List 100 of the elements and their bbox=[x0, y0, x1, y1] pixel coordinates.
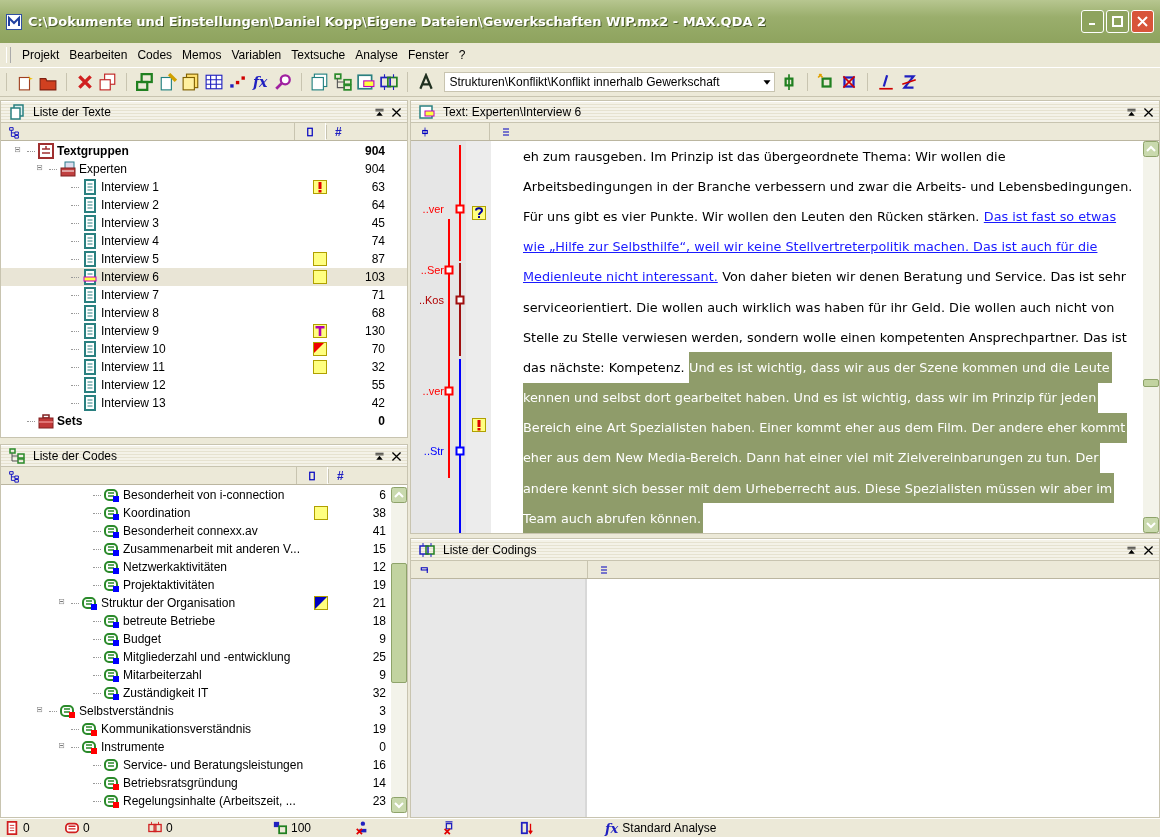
tree-row[interactable]: betreute Betriebe 18 bbox=[1, 612, 391, 630]
tree-row[interactable]: Mitarbeiterzahl 9 bbox=[1, 666, 391, 684]
column-header[interactable]: # bbox=[328, 468, 407, 483]
memo-icon[interactable] bbox=[470, 205, 487, 222]
scroll-up-button[interactable] bbox=[1143, 141, 1159, 157]
tree-row[interactable]: Interview 2 64 bbox=[1, 196, 407, 214]
tree-row[interactable]: Mitgliederzahl und -entwicklung 25 bbox=[1, 648, 391, 666]
link[interactable]: Medienleute nicht interessant. bbox=[523, 261, 718, 292]
scroll-thumb[interactable] bbox=[391, 563, 407, 683]
tree-row[interactable]: Interview 7 71 bbox=[1, 286, 407, 304]
sort-icon[interactable] bbox=[520, 821, 534, 835]
memo-column-icon[interactable] bbox=[304, 125, 316, 138]
cross-icon[interactable] bbox=[76, 73, 94, 91]
tree-icon[interactable] bbox=[334, 73, 353, 91]
tree-row[interactable]: Interview 1 63 bbox=[1, 178, 407, 196]
code-icon bbox=[104, 541, 120, 557]
table-icon[interactable] bbox=[205, 73, 223, 91]
function-button[interactable]: fx bbox=[251, 74, 270, 90]
copy-icon[interactable] bbox=[182, 73, 200, 91]
underline-icon[interactable] bbox=[877, 73, 896, 91]
tree-row[interactable]: Zuständigkeit IT 32 bbox=[1, 684, 391, 702]
tree-row[interactable]: Kommunikationsverständnis 19 bbox=[1, 720, 391, 738]
hierarchy-icon[interactable] bbox=[7, 468, 21, 483]
memo-icon[interactable] bbox=[313, 595, 329, 611]
tree-row[interactable]: Interview 13 42 bbox=[1, 394, 407, 412]
windows-icon[interactable] bbox=[99, 73, 117, 91]
tree-row[interactable]: Instrumente 0 bbox=[1, 738, 391, 756]
scroll-down-button[interactable] bbox=[1143, 517, 1159, 533]
tree-row[interactable]: Interview 4 74 bbox=[1, 232, 407, 250]
tree-row[interactable]: Experten 904 bbox=[1, 160, 407, 178]
tree-row[interactable]: Betriebsratsgründung 14 bbox=[1, 774, 391, 792]
menu-item[interactable]: Memos bbox=[177, 46, 227, 64]
tree-row[interactable]: Service- und Beratungsleistungen 16 bbox=[1, 756, 391, 774]
scrollbar[interactable] bbox=[391, 487, 407, 813]
tree-row[interactable]: Interview 6 103 bbox=[1, 268, 407, 286]
link[interactable]: Das ist fast so etwas bbox=[983, 201, 1117, 232]
tree-row[interactable]: Besonderheit von i-connection 6 bbox=[1, 486, 391, 504]
strikethrough-icon[interactable] bbox=[900, 73, 919, 91]
code-label[interactable]: ..Str bbox=[423, 442, 444, 457]
highlighted-text: Bereich eine Art Spezialisten haben. Einer kommt eher aus dem Film. Der andere eher kommt bbox=[523, 412, 1128, 443]
filter-icon[interactable] bbox=[442, 821, 456, 835]
close-icon[interactable] bbox=[1142, 543, 1155, 557]
scroll-up-button[interactable] bbox=[391, 487, 407, 503]
menu-item[interactable]: Projekt bbox=[17, 46, 65, 64]
search-icon[interactable] bbox=[274, 73, 293, 91]
document-edit-icon[interactable] bbox=[159, 73, 177, 91]
code-column-icon[interactable] bbox=[419, 125, 431, 138]
tree-row[interactable]: Selbstverständnis 3 bbox=[1, 702, 391, 720]
tree-row[interactable]: Textgruppen 904 bbox=[1, 142, 407, 160]
tree-row[interactable]: Sets 0 bbox=[1, 412, 407, 430]
paragraph-column-icon[interactable] bbox=[598, 563, 610, 576]
close-icon[interactable] bbox=[1142, 105, 1155, 119]
code-label[interactable]: ..Kos bbox=[418, 291, 444, 306]
code-dropdown[interactable]: Strukturen\Konflikt\Konflikt innerhalb Gewerkschaft bbox=[444, 72, 776, 92]
tree-row[interactable]: Netzwerkaktivitäten 12 bbox=[1, 558, 391, 576]
menu-item[interactable]: Variablen bbox=[226, 46, 287, 64]
scrollbar[interactable] bbox=[1143, 141, 1159, 533]
link[interactable]: wie „Hilfe zur Selbsthilfe“, weil wir keine Stellvertreterpolitik machen. Das ist auch für die bbox=[523, 231, 1098, 262]
tree-row[interactable]: Interview 10 70 bbox=[1, 340, 407, 358]
tree-row[interactable]: Zusammenarbeit mit anderen V... 15 bbox=[1, 540, 391, 558]
user-icon[interactable] bbox=[355, 821, 369, 835]
window-icon[interactable] bbox=[311, 73, 330, 91]
tree-row[interactable]: Budget 9 bbox=[1, 630, 391, 648]
tree-row[interactable]: Projektaktivitäten 19 bbox=[1, 576, 391, 594]
close-icon[interactable] bbox=[390, 105, 403, 119]
menu-item[interactable]: Bearbeiten bbox=[64, 46, 133, 64]
tree-row[interactable]: Interview 11 32 bbox=[1, 358, 407, 376]
menu-item[interactable]: Fenster bbox=[403, 46, 454, 64]
menu-item[interactable]: ? bbox=[453, 46, 471, 64]
codings-icon[interactable] bbox=[380, 73, 399, 91]
tree-row[interactable]: Interview 12 55 bbox=[1, 376, 407, 394]
memo-icon[interactable] bbox=[312, 323, 328, 339]
menu-item[interactable]: Analyse bbox=[350, 46, 403, 64]
paragraph-column-icon[interactable] bbox=[500, 125, 512, 138]
menu-item[interactable]: Codes bbox=[132, 46, 178, 64]
maximize-button[interactable] bbox=[1106, 10, 1129, 33]
tree-label: Interview 12 bbox=[101, 378, 166, 392]
tree-row[interactable]: Interview 3 45 bbox=[1, 214, 407, 232]
minimize-button[interactable] bbox=[1081, 10, 1104, 33]
tree-row[interactable]: Struktur der Organisation 21 bbox=[1, 594, 391, 612]
tree-row[interactable]: Besonderheit connexx.av 41 bbox=[1, 522, 391, 540]
tree-row[interactable]: Interview 5 87 bbox=[1, 250, 407, 268]
chart-icon[interactable] bbox=[228, 73, 246, 91]
tree-row[interactable]: Koordination 38 bbox=[1, 504, 391, 522]
document-icon bbox=[82, 341, 98, 357]
close-icon[interactable] bbox=[390, 449, 403, 463]
menu-item[interactable]: Textsuche bbox=[286, 46, 351, 64]
tree-row[interactable]: Regelungsinhalte (Arbeitszeit, ... 23 bbox=[1, 792, 391, 810]
close-button[interactable] bbox=[1131, 10, 1154, 33]
document-text: Von daher bieten wir denen Beratung und Service. Das ist sehr bbox=[722, 268, 1127, 287]
text-window-icon[interactable] bbox=[357, 73, 376, 91]
tree-row[interactable]: Interview 8 68 bbox=[1, 304, 407, 322]
scroll-thumb[interactable] bbox=[1143, 379, 1159, 387]
tree-row[interactable]: Interview 9 130 bbox=[1, 322, 407, 340]
column-header[interactable]: # bbox=[326, 124, 407, 139]
memo-column-icon[interactable] bbox=[306, 469, 318, 482]
tree-label: Interview 10 bbox=[101, 342, 166, 356]
close-icon bbox=[1137, 16, 1148, 27]
scroll-down-button[interactable] bbox=[391, 797, 407, 813]
hierarchy-icon[interactable] bbox=[7, 124, 21, 139]
